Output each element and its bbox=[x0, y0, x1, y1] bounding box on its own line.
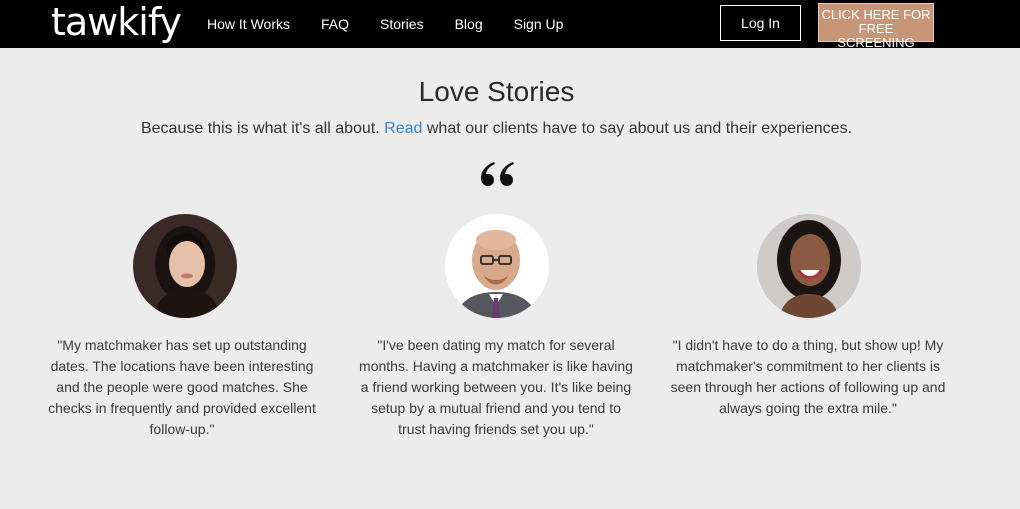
login-button[interactable]: Log In bbox=[720, 5, 801, 41]
read-link[interactable]: Read bbox=[384, 120, 422, 137]
tawkify-logo[interactable]: tawkify bbox=[51, 0, 182, 46]
main-nav: How It Works FAQ Stories Blog Sign Up bbox=[207, 0, 594, 48]
section-subtitle: Because this is what it's all about. Rea… bbox=[0, 120, 993, 138]
testimonial-quote-2: "I've been dating my match for several m… bbox=[359, 337, 633, 437]
nav-link-faq[interactable]: FAQ bbox=[321, 16, 349, 32]
quote-mark-icon bbox=[481, 162, 514, 186]
nav-link-blog[interactable]: Blog bbox=[455, 16, 483, 32]
nav-link-sign-up[interactable]: Sign Up bbox=[514, 16, 564, 32]
nav-link-stories[interactable]: Stories bbox=[380, 16, 424, 32]
top-navbar: tawkify How It Works FAQ Stories Blog Si… bbox=[0, 0, 1020, 50]
subtitle-text-before: Because this is what it's all about. bbox=[140, 120, 385, 137]
testimonial-avatar-1 bbox=[133, 214, 237, 318]
cta-line-1: CLICK HERE FOR bbox=[821, 7, 931, 22]
testimonial-quote-1: "My matchmaker has set up outstanding da… bbox=[48, 337, 316, 437]
subtitle-text-after: what our clients have to say about us an… bbox=[422, 120, 853, 137]
testimonial-avatar-3 bbox=[757, 214, 861, 318]
cta-line-2: FREE SCREENING bbox=[837, 21, 915, 50]
nav-link-how-it-works[interactable]: How It Works bbox=[207, 16, 290, 32]
testimonial-quote-3: "I didn't have to do a thing, but show u… bbox=[670, 337, 946, 416]
section-title: Love Stories bbox=[418, 76, 575, 107]
free-screening-button[interactable]: CLICK HERE FOR FREE SCREENING bbox=[818, 3, 934, 50]
testimonial-avatar-2 bbox=[445, 214, 549, 318]
